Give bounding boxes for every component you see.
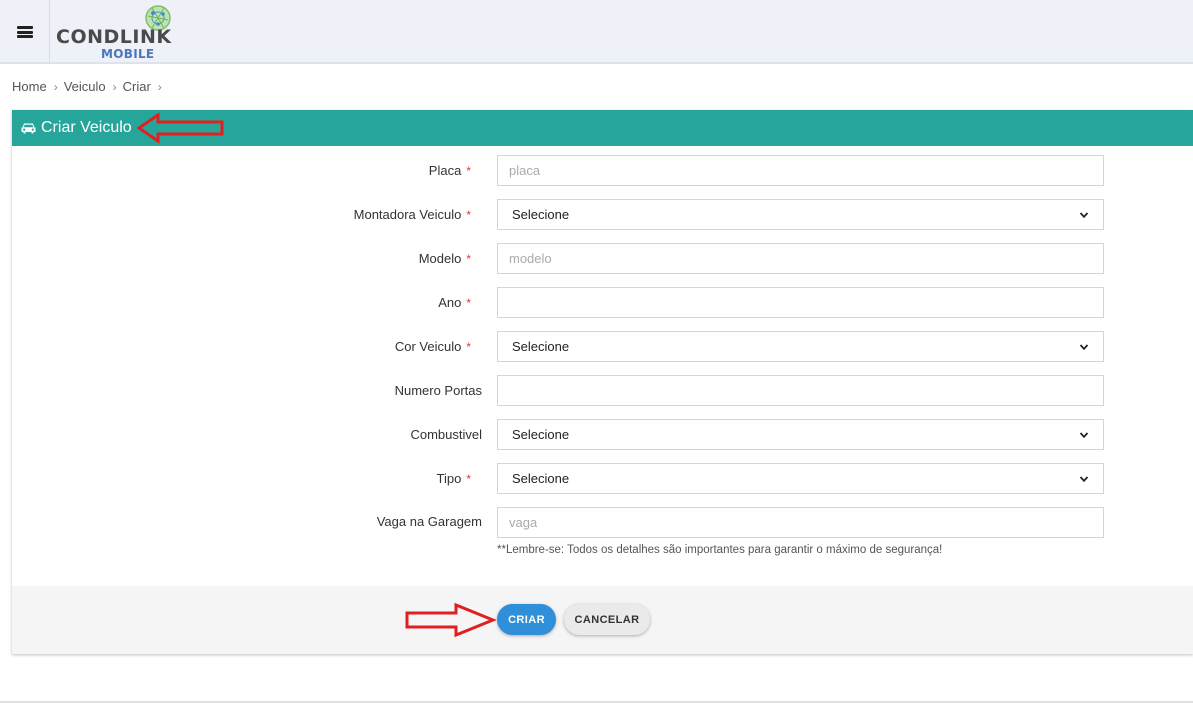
ano-label-text: Ano (438, 295, 462, 310)
modelo-label-text: Modelo (418, 251, 462, 266)
brand-subtitle: MOBILE (101, 47, 155, 61)
tipo-label: Tipo * (437, 463, 471, 494)
form-row-placa: Placa * (12, 155, 1193, 186)
cor-label: Cor Veiculo * (395, 331, 471, 362)
chevron-right-icon: › (53, 79, 58, 94)
car-icon (21, 123, 36, 134)
modelo-input[interactable] (497, 243, 1104, 274)
form-row-ano: Ano * (12, 287, 1193, 318)
chevron-down-icon (1079, 343, 1089, 350)
ano-label: Ano * (438, 287, 471, 318)
vaga-label-text: Vaga na Garagem (376, 514, 482, 529)
tipo-select-value: Selecione (512, 471, 570, 486)
modelo-label: Modelo * (419, 243, 471, 274)
form-row-tipo: Tipo * Selecione (12, 463, 1193, 494)
form-row-vaga: Vaga na Garagem (12, 507, 1193, 538)
create-vehicle-card: Criar Veiculo Placa * Montadora Veiculo … (12, 110, 1193, 654)
placa-input[interactable] (497, 155, 1104, 186)
form-hint: **Lembre-se: Todos os detalhes são impor… (497, 544, 943, 556)
criar-button[interactable]: CRIAR (497, 604, 556, 635)
montadora-label: Montadora Veiculo * (354, 199, 471, 230)
combustivel-label: Combustivel (410, 419, 482, 450)
portas-label: Numero Portas (395, 375, 482, 406)
form-row-montadora: Montadora Veiculo * Selecione (12, 199, 1193, 230)
montadora-select[interactable]: Selecione (497, 199, 1104, 230)
montadora-label-text: Montadora Veiculo (353, 207, 462, 222)
breadcrumb: Home › Veiculo › Criar › (12, 79, 168, 94)
annotation-arrow-right-icon (405, 602, 496, 638)
ano-input[interactable] (497, 287, 1104, 318)
tipo-label-text: Tipo (436, 471, 462, 486)
montadora-select-value: Selecione (512, 207, 570, 222)
form-row-combustivel: Combustivel Selecione (12, 419, 1193, 450)
vaga-input[interactable] (497, 507, 1104, 538)
card-title: Criar Veiculo (41, 119, 132, 136)
combustivel-select-value: Selecione (512, 427, 570, 442)
cor-label-text: Cor Veiculo (394, 339, 462, 354)
portas-input[interactable] (497, 375, 1104, 406)
annotation-arrow-left-icon (136, 112, 224, 144)
placa-label: Placa * (429, 155, 471, 186)
required-mark: * (466, 471, 471, 486)
cancelar-button[interactable]: CANCELAR (564, 604, 650, 635)
chevron-down-icon (1079, 475, 1089, 482)
menu-button[interactable] (0, 0, 50, 64)
combustivel-select[interactable]: Selecione (497, 419, 1104, 450)
breadcrumb-criar: Criar (122, 79, 151, 94)
chevron-right-icon: › (112, 79, 117, 94)
chevron-down-icon (1079, 431, 1089, 438)
form-actions: CRIAR CANCELAR (12, 586, 1193, 654)
required-mark: * (466, 207, 471, 222)
vaga-label: Vaga na Garagem (377, 507, 482, 538)
chevron-down-icon (1079, 211, 1089, 218)
top-bar: CONDLINK MOBILE (0, 0, 1193, 64)
portas-label-text: Numero Portas (394, 383, 482, 398)
combustivel-label-text: Combustivel (410, 427, 482, 442)
required-mark: * (466, 163, 471, 178)
form-row-modelo: Modelo * (12, 243, 1193, 274)
hamburger-icon (16, 26, 33, 38)
breadcrumb-home[interactable]: Home (12, 79, 47, 94)
form-row-portas: Numero Portas (12, 375, 1193, 406)
required-mark: * (466, 339, 471, 354)
cor-select[interactable]: Selecione (497, 331, 1104, 362)
required-mark: * (466, 251, 471, 266)
cor-select-value: Selecione (512, 339, 570, 354)
required-mark: * (466, 295, 471, 310)
form-row-cor: Cor Veiculo * Selecione (12, 331, 1193, 362)
brand-logo[interactable]: CONDLINK MOBILE (56, 4, 176, 62)
chevron-right-icon: › (157, 79, 162, 94)
placa-label-text: Placa (428, 163, 462, 178)
page-bottom-divider (0, 701, 1193, 703)
breadcrumb-veiculo[interactable]: Veiculo (64, 79, 106, 94)
brand-name: CONDLINK (56, 26, 172, 48)
tipo-select[interactable]: Selecione (497, 463, 1104, 494)
